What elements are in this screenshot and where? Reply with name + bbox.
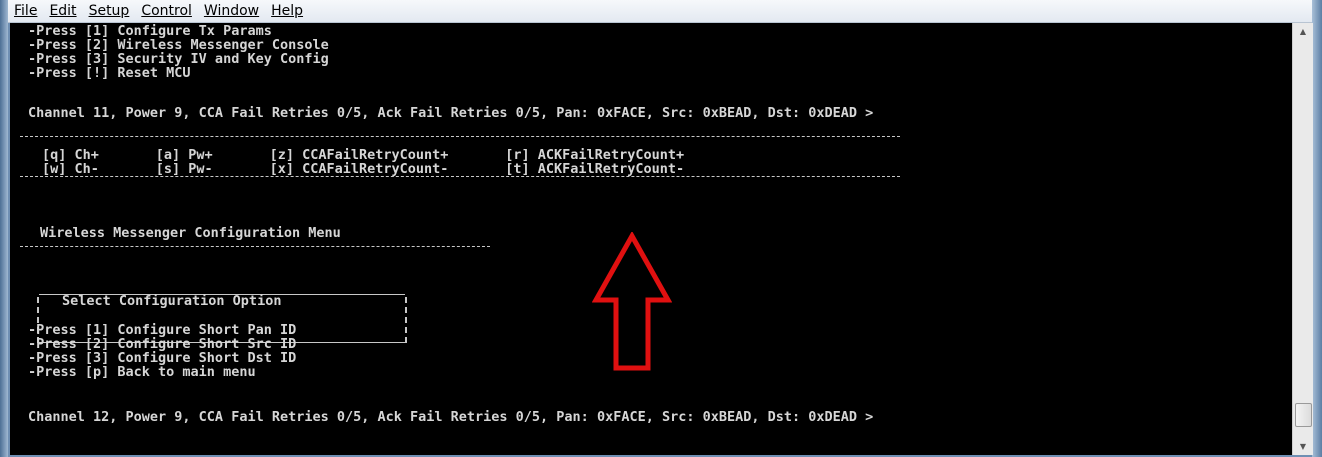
menu-label: File <box>14 3 38 19</box>
divider <box>20 136 900 137</box>
wm-option: -Press [2] Configure Short Src ID <box>28 336 297 352</box>
window-frame-left <box>0 0 8 457</box>
divider <box>20 246 490 247</box>
main-menu-option: -Press [3] Security IV and Key Config <box>28 51 329 67</box>
scroll-up-icon[interactable]: ▲ <box>1293 23 1313 40</box>
menu-file[interactable]: File <box>8 3 43 19</box>
main-menu-option: -Press [1] Configure Tx Params <box>28 23 272 39</box>
vertical-scrollbar[interactable]: ▲ ▼ <box>1292 23 1313 455</box>
divider <box>20 176 900 177</box>
main-menu-option: -Press [2] Wireless Messenger Console <box>28 37 329 53</box>
status-line: Channel 12, Power 9, CCA Fail Retries 0/… <box>28 409 874 425</box>
wm-option: -Press [p] Back to main menu <box>28 364 256 380</box>
menu-setup[interactable]: Setup <box>83 3 136 19</box>
scroll-thumb[interactable] <box>1295 403 1312 427</box>
menu-label: Edit <box>49 3 77 19</box>
menu-control[interactable]: Control <box>135 3 198 19</box>
select-box-right <box>405 297 407 343</box>
menu-edit[interactable]: Edit <box>43 3 82 19</box>
status-line: Channel 11, Power 9, CCA Fail Retries 0/… <box>28 105 874 121</box>
wm-option: -Press [1] Configure Short Pan ID <box>28 322 297 338</box>
main-menu-option: -Press [!] Reset MCU <box>28 65 191 81</box>
key-help-row: [q] Ch+ [a] Pw+ [z] CCAFailRetryCount+ [… <box>42 147 685 163</box>
menu-bar: File Edit Setup Control Window Help <box>8 0 1312 23</box>
menu-label: Setup <box>88 3 130 19</box>
select-option-title: Select Configuration Option <box>62 293 282 309</box>
menu-window[interactable]: Window <box>198 3 265 19</box>
scroll-down-icon[interactable]: ▼ <box>1293 438 1313 455</box>
red-up-arrow-icon <box>592 232 672 371</box>
menu-label: Window <box>203 3 260 19</box>
menu-label: Control <box>141 3 192 19</box>
wm-menu-title: Wireless Messenger Configuration Menu <box>40 225 341 241</box>
menu-help[interactable]: Help <box>265 3 309 19</box>
wm-option: -Press [3] Configure Short Dst ID <box>28 350 297 366</box>
window-frame-right <box>1312 0 1322 457</box>
key-help-row: [w] Ch- [s] Pw- [x] CCAFailRetryCount- [… <box>42 161 685 177</box>
menu-label: Help <box>271 3 304 19</box>
